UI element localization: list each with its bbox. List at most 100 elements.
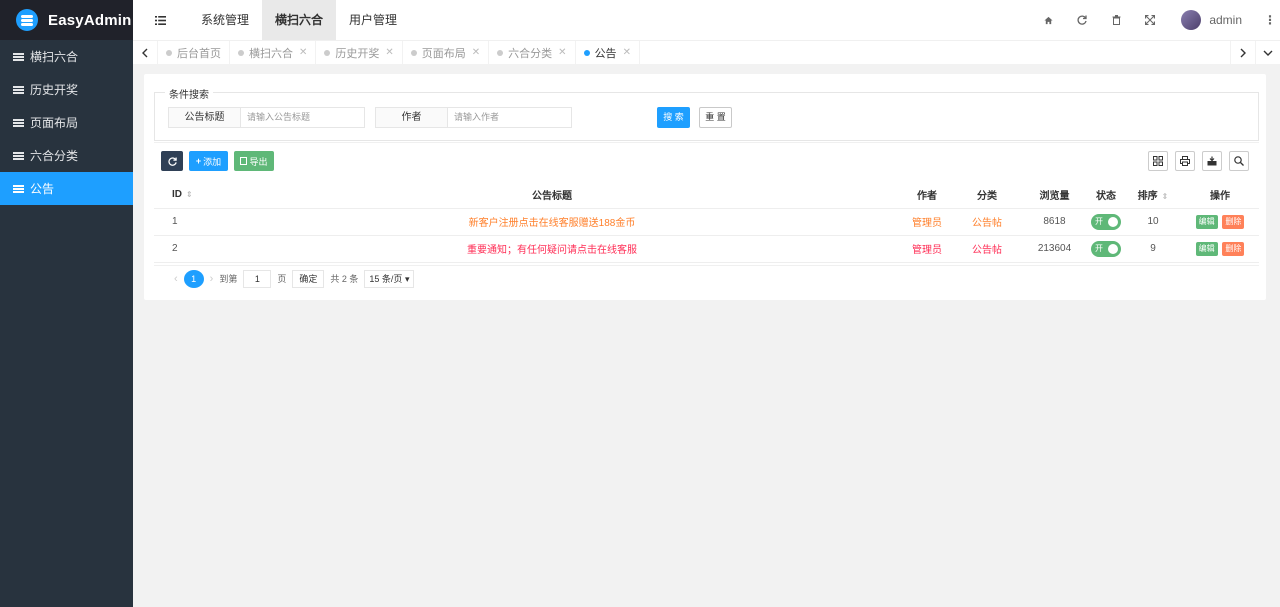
tab-dot-icon <box>497 49 504 56</box>
list-icon <box>13 85 24 94</box>
cell-ops: 编辑 删除 <box>1181 208 1259 236</box>
prev-page-icon[interactable]: ‹ <box>174 273 178 285</box>
goto-page-input[interactable]: 1 <box>243 269 272 288</box>
page-size-select[interactable]: 15 条/页 ▾ <box>364 269 415 288</box>
header-tab-hengsao[interactable]: 横扫六合 <box>262 0 337 40</box>
col-header-views: 浏览量 <box>1022 181 1087 209</box>
refresh-button[interactable] <box>161 151 183 171</box>
col-header-category: 分类 <box>952 181 1022 209</box>
close-icon[interactable]: ✕ <box>472 47 480 58</box>
fullscreen-icon[interactable] <box>1133 0 1167 40</box>
tab-dot-icon <box>166 49 172 56</box>
more-vertical-icon[interactable]: ⋮ <box>1260 13 1280 27</box>
edit-button[interactable]: 编辑 <box>1195 214 1218 229</box>
search-legend: 条件搜索 <box>165 86 213 101</box>
title-search-input[interactable]: 请输入公告标题 <box>240 107 365 128</box>
search-button[interactable]: 搜 索 <box>657 107 690 128</box>
col-header-id[interactable]: ID ⇕ <box>154 181 202 209</box>
author-filter: 作者 请输入作者 <box>375 107 572 128</box>
edit-button[interactable]: 编辑 <box>1195 241 1218 256</box>
col-header-ops: 操作 <box>1181 181 1259 209</box>
pagination: ‹ 1 › 到第 1 页 确定 共 2 条 15 条/页 ▾ <box>154 265 1259 291</box>
close-icon[interactable]: ✕ <box>385 47 393 58</box>
sidebar-item-layout[interactable]: 页面布局 <box>0 106 133 139</box>
header-tab-users[interactable]: 用户管理 <box>336 0 410 40</box>
page-tab-label: 六合分类 <box>508 47 553 60</box>
col-header-status: 状态 <box>1087 181 1125 209</box>
print-icon[interactable] <box>1175 151 1195 171</box>
logo-icon <box>16 9 38 31</box>
cell-title: 重要通知；有任何疑问请点击在线客服 <box>202 235 902 263</box>
refresh-icon[interactable] <box>1065 0 1099 40</box>
tabs-menu-chevron-down-icon[interactable] <box>1255 40 1280 65</box>
tabs-scroll-left-icon[interactable] <box>133 40 158 65</box>
home-icon[interactable] <box>1031 0 1065 40</box>
table-header-row: ID ⇕ 公告标题 作者 分类 浏览量 状态 排序 ⇕ 操作 <box>154 181 1259 209</box>
tab-dot-icon <box>410 49 417 56</box>
delete-button[interactable]: 删除 <box>1222 214 1245 229</box>
page-tab-label: 公告 <box>594 47 617 60</box>
total-count: 共 2 条 <box>330 274 359 284</box>
goto-label: 到第 <box>219 274 238 284</box>
close-icon[interactable]: ✕ <box>558 47 566 58</box>
author-search-input[interactable]: 请输入作者 <box>447 107 572 128</box>
columns-filter-icon[interactable] <box>1148 151 1168 171</box>
list-icon <box>13 52 24 61</box>
close-icon[interactable]: ✕ <box>623 47 631 58</box>
table-row: 1 新客户注册点击在线客服赠送188金币 管理员 公告帖 8618 开 10 编… <box>154 208 1259 236</box>
notice-table: ID ⇕ 公告标题 作者 分类 浏览量 状态 排序 ⇕ 操作 1 新客户注册点击在线… <box>154 181 1259 263</box>
cell-id: 2 <box>154 235 202 263</box>
page-tab-category[interactable]: 六合分类 ✕ <box>489 40 576 65</box>
next-page-icon[interactable]: › <box>210 273 214 285</box>
logo[interactable]: EasyAdmin <box>0 0 133 40</box>
table-row: 2 重要通知；有任何疑问请点击在线客服 管理员 公告帖 213604 开 9 编… <box>154 235 1259 263</box>
page-tab-layout[interactable]: 页面布局 ✕ <box>403 40 490 65</box>
title-filter-label: 公告标题 <box>168 107 240 128</box>
cell-author: 管理员 <box>902 208 952 236</box>
status-toggle[interactable]: 开 <box>1091 213 1121 230</box>
page-tabs-bar: 后台首页 横扫六合 ✕ 历史开奖 ✕ 页面布局 ✕ 六合分类 ✕ 公告 ✕ <box>133 40 1280 65</box>
menu-toggle-icon[interactable] <box>133 0 188 40</box>
cell-status: 开 <box>1087 235 1125 263</box>
sort-icon: ⇕ <box>186 189 193 199</box>
page-tab-label: 后台首页 <box>177 47 221 60</box>
sidebar-item-label: 公告 <box>30 182 55 196</box>
add-button-label: 添加 <box>203 156 222 167</box>
close-icon[interactable]: ✕ <box>299 47 307 58</box>
page-tab-hengsao[interactable]: 横扫六合 ✕ <box>230 40 317 65</box>
top-header: 系统管理 横扫六合 用户管理 admin ⋮ <box>133 0 1280 40</box>
cell-views: 8618 <box>1022 208 1087 236</box>
cell-sort: 10 <box>1125 208 1181 236</box>
export-table-icon[interactable] <box>1202 151 1222 171</box>
delete-button[interactable]: 删除 <box>1222 241 1245 256</box>
page-tab-history[interactable]: 历史开奖 ✕ <box>316 40 403 65</box>
sidebar-item-label: 页面布局 <box>30 116 79 130</box>
export-button-label: 导出 <box>249 156 268 167</box>
header-tab-system[interactable]: 系统管理 <box>188 0 262 40</box>
reset-button[interactable]: 重 置 <box>699 107 732 128</box>
add-button[interactable]: + 添加 <box>189 151 228 171</box>
tabs-scroll-right-icon[interactable] <box>1230 40 1255 65</box>
sidebar-item-category[interactable]: 六合分类 <box>0 139 133 172</box>
page-tab-label: 历史开奖 <box>335 47 380 60</box>
chevron-down-icon: ▾ <box>404 273 410 284</box>
page-tab-notice[interactable]: 公告 ✕ <box>576 40 640 65</box>
sidebar-item-label: 六合分类 <box>30 149 79 163</box>
page-current[interactable]: 1 <box>183 269 204 288</box>
export-button[interactable]: 导出 <box>234 151 274 171</box>
status-toggle[interactable]: 开 <box>1091 240 1121 257</box>
clear-cache-icon[interactable] <box>1099 0 1133 40</box>
sidebar-item-notice[interactable]: 公告 <box>0 172 133 205</box>
col-header-sort[interactable]: 排序 ⇕ <box>1125 181 1181 209</box>
cell-author: 管理员 <box>902 235 952 263</box>
title-filter: 公告标题 请输入公告标题 <box>168 107 365 128</box>
sidebar-item-history[interactable]: 历史开奖 <box>0 73 133 106</box>
page-tab-home[interactable]: 后台首页 <box>158 40 230 65</box>
user-name[interactable]: admin <box>1209 13 1242 27</box>
search-fieldset: 条件搜索 公告标题 请输入公告标题 作者 请输入作者 搜 索 重 置 <box>154 86 1259 141</box>
sidebar-item-hengsao[interactable]: 横扫六合 <box>0 40 133 73</box>
goto-confirm-button[interactable]: 确定 <box>292 269 325 288</box>
avatar[interactable] <box>1181 10 1202 30</box>
sidebar: EasyAdmin 横扫六合 历史开奖 页面布局 六合分类 公告 <box>0 0 133 607</box>
search-icon[interactable] <box>1229 151 1249 171</box>
